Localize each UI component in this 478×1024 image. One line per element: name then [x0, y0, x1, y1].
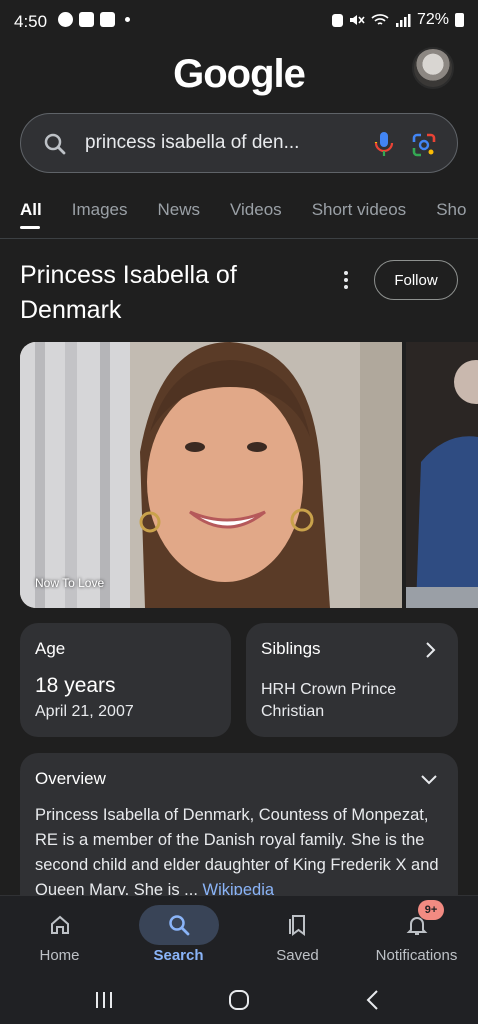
- knowledge-panel-title: Princess Isabella of Denmark: [20, 261, 237, 324]
- tab-videos[interactable]: Videos: [230, 200, 282, 240]
- active-tab-indicator: [20, 226, 40, 229]
- wifi-icon: [371, 14, 389, 25]
- more-options-icon[interactable]: [340, 270, 352, 290]
- portrait-image[interactable]: Now To Love: [20, 342, 402, 608]
- status-time: 4:50: [14, 12, 48, 31]
- tab-news[interactable]: News: [157, 200, 200, 240]
- age-value: 18 years: [35, 674, 116, 697]
- instagram-icon: [79, 12, 94, 27]
- recent-apps-icon[interactable]: [89, 985, 119, 1015]
- follow-button[interactable]: Follow: [374, 260, 458, 300]
- search-icon: [44, 133, 66, 155]
- notification-badge: 9+: [418, 900, 444, 920]
- nav-search-label: Search: [153, 947, 204, 964]
- search-icon: [168, 915, 189, 936]
- sibling-name[interactable]: HRH Crown Prince Christian: [261, 679, 441, 723]
- chevron-right-icon: [426, 642, 436, 658]
- second-image-illustration: [406, 342, 478, 608]
- tabs-divider: [0, 238, 478, 239]
- more-notifications-icon: [125, 17, 130, 22]
- nav-notifications[interactable]: Notifications: [357, 896, 476, 976]
- bookmark-icon: [288, 915, 305, 936]
- bottom-navigation: Home Search Saved Notifications: [0, 895, 478, 975]
- system-navigation-bar: [0, 975, 478, 1024]
- nav-search[interactable]: Search: [119, 896, 238, 976]
- image-source-label: Now To Love: [35, 576, 105, 590]
- alarm-icon: [331, 13, 343, 27]
- nav-saved[interactable]: Saved: [238, 896, 357, 976]
- shield-icon: [58, 12, 73, 27]
- overview-label: Overview: [35, 769, 106, 788]
- google-logo: Google: [173, 52, 306, 96]
- tab-shopping[interactable]: Sho: [436, 200, 466, 240]
- nav-notifications-label: Notifications: [375, 947, 458, 964]
- birth-date: April 21, 2007: [35, 703, 134, 720]
- google-lens-icon[interactable]: [411, 132, 437, 158]
- tab-all[interactable]: All: [20, 200, 42, 240]
- chevron-down-icon[interactable]: [420, 773, 438, 785]
- tab-short-videos[interactable]: Short videos: [312, 200, 407, 240]
- tab-images[interactable]: Images: [72, 200, 128, 240]
- nav-saved-label: Saved: [276, 947, 319, 964]
- battery-icon: [455, 13, 464, 27]
- nav-home[interactable]: Home: [0, 896, 119, 976]
- siblings-card[interactable]: Siblings HRH Crown Prince Christian: [246, 623, 458, 737]
- search-tabs: All Images News Videos Short videos Sho: [20, 200, 466, 240]
- home-button-icon[interactable]: [224, 985, 254, 1015]
- status-notification-icons: [58, 12, 130, 27]
- search-bar[interactable]: princess isabella of den...: [20, 113, 458, 173]
- overview-card: Overview Princess Isabella of Denmark, C…: [20, 753, 458, 913]
- overview-text: Princess Isabella of Denmark, Countess o…: [35, 803, 450, 903]
- account-avatar[interactable]: [412, 47, 454, 89]
- nav-home-label: Home: [39, 947, 80, 964]
- second-image[interactable]: [406, 342, 478, 608]
- signal-icon: [395, 14, 411, 27]
- status-system-icons: 72%: [331, 11, 464, 29]
- status-bar: 4:50 72%: [0, 0, 478, 44]
- youtube-icon: [100, 12, 115, 27]
- portrait-illustration: [20, 342, 402, 608]
- search-query[interactable]: princess isabella of den...: [85, 132, 299, 154]
- mute-icon: [349, 15, 365, 25]
- voice-search-icon[interactable]: [373, 130, 395, 158]
- back-icon[interactable]: [358, 985, 388, 1015]
- battery-percent: 72%: [416, 11, 449, 28]
- siblings-label: Siblings: [261, 639, 321, 658]
- home-icon: [50, 915, 69, 934]
- age-label: Age: [35, 639, 66, 658]
- age-card: Age 18 years April 21, 2007: [20, 623, 231, 737]
